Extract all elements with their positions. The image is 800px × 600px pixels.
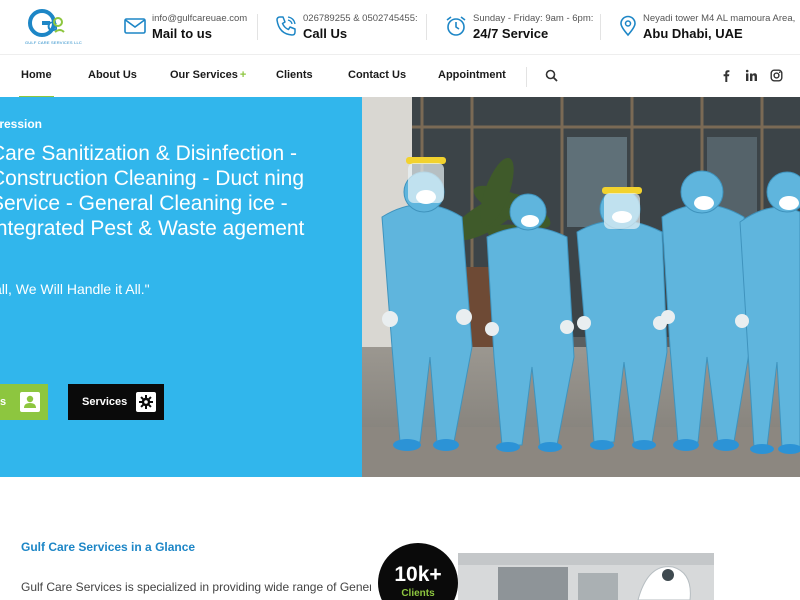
top-info-bar: G GULF CARE SERVICES LLC info@gulfcareua… [0,0,800,54]
hours-heading: 24/7 Service [473,26,549,41]
main-navigation: Home About Us Our Services + Clients Cont… [0,54,800,99]
hero-eyebrow: gression [0,117,43,131]
phone-heading: Call Us [303,26,348,41]
about-us-button-label: s [0,396,7,408]
phone-numbers: 026789255 & 0502745455: [303,13,418,24]
stat-label: Clients [401,588,435,599]
hours-text: Sunday - Friday: 9am - 6pm: [473,13,594,24]
alarm-clock-icon [445,15,467,37]
stat-value: 10k+ [394,563,442,586]
divider [426,14,427,40]
about-photo [458,553,714,600]
clients-stat-badge: 10k+ Clients [378,543,458,600]
phone-icon [275,15,297,37]
email-heading: Mail to us [152,26,212,41]
linkedin-icon[interactable] [745,69,758,82]
location-pin-icon [617,15,639,37]
email-address: info@gulfcareuae.com [152,13,248,24]
gear-icon [136,392,156,412]
divider [600,14,601,40]
logo-tagline: GULF CARE SERVICES LLC [25,40,83,45]
nav-our-services-label: Our Services [170,69,238,81]
hero-quote: all, We Will Handle it All." [0,281,150,297]
hero-title: Care Sanitization & Disinfection - Const… [0,142,305,240]
divider [257,14,258,40]
address-line: Neyadi tower M4 AL mamoura Area, [643,13,796,24]
address-city: Abu Dhabi, UAE [643,26,743,41]
search-icon[interactable] [545,69,558,82]
section-paragraph: Gulf Care Services is specialized in pro… [21,580,371,594]
nav-about-us[interactable]: About Us [88,69,137,81]
nav-appointment[interactable]: Appointment [438,69,506,81]
divider [526,67,527,87]
nav-home[interactable]: Home [19,69,54,99]
nav-our-services[interactable]: Our Services + [170,69,246,81]
envelope-icon [124,15,146,37]
instagram-icon[interactable] [770,69,783,82]
services-button-label: Services [82,396,128,408]
nav-clients[interactable]: Clients [276,69,313,81]
facebook-icon[interactable] [720,69,733,82]
user-icon [20,392,40,412]
services-button[interactable]: Services [68,384,164,420]
nav-contact-us[interactable]: Contact Us [348,69,406,81]
submenu-plus-icon: + [239,69,247,81]
section-title: Gulf Care Services in a Glance [21,540,196,554]
hero-team-photo [362,97,800,477]
hero-banner: gression Care Sanitization & Disinfectio… [0,97,362,477]
about-us-button[interactable]: s [0,384,48,420]
